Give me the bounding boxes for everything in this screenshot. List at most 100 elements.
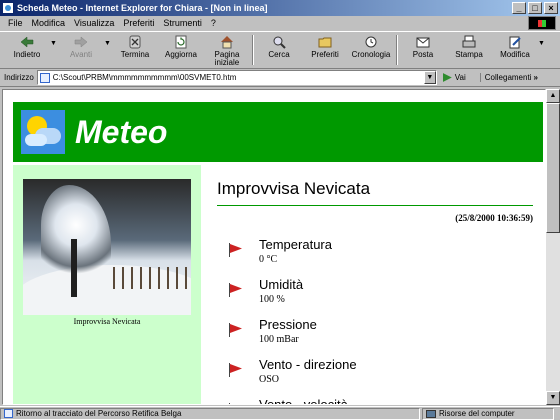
scroll-down-button[interactable]: ▼ xyxy=(546,391,560,405)
flag-icon xyxy=(229,323,243,337)
page-heading: Improvvisa Nevicata xyxy=(217,179,371,198)
refresh-label: Aggiorna xyxy=(164,50,198,59)
item-value: OSO xyxy=(259,374,280,385)
maximize-button[interactable]: □ xyxy=(528,2,542,14)
favorites-button[interactable]: Preferiti xyxy=(302,32,348,68)
print-button[interactable]: Stampa xyxy=(446,32,492,68)
forward-button[interactable]: Avanti xyxy=(58,32,104,68)
address-input[interactable]: C:\Scout\PRBM\mmmmmmmmmm\00SVMET0.htm ▼ xyxy=(36,70,437,85)
search-label: Cerca xyxy=(268,50,290,59)
home-label: Pagina iniziale xyxy=(214,50,240,67)
item-label: Vento - velocità xyxy=(259,397,348,405)
toolbar-separator xyxy=(396,35,398,65)
links-label: Collegamenti xyxy=(484,73,532,82)
toolbar-separator xyxy=(252,35,254,65)
menu-help[interactable]: ? xyxy=(211,18,216,28)
history-label: Cronologia xyxy=(351,50,391,59)
back-label: Indietro xyxy=(13,50,41,59)
edit-label: Modifica xyxy=(500,50,530,59)
print-icon xyxy=(462,35,476,48)
scroll-up-button[interactable]: ▲ xyxy=(546,89,560,103)
windows-logo-icon xyxy=(528,16,556,30)
item-label: Vento - direzione xyxy=(259,357,357,372)
flag-icon xyxy=(229,283,243,297)
mail-icon xyxy=(416,37,430,48)
minimize-button[interactable]: _ xyxy=(512,2,526,14)
status-message-pane: Ritorno al tracciato del Percorso Retifi… xyxy=(0,407,420,420)
menu-bar: File Modifica Visualizza Preferiti Strum… xyxy=(0,16,560,30)
refresh-icon xyxy=(175,35,187,49)
item-label: Pressione xyxy=(259,317,317,332)
address-label: Indirizzo xyxy=(4,73,34,82)
vertical-scrollbar[interactable]: ▲ ▼ xyxy=(546,89,560,405)
forward-dropdown-icon[interactable]: ▼ xyxy=(104,32,112,47)
item-value: 0 °C xyxy=(259,254,278,265)
print-label: Stampa xyxy=(455,50,483,59)
heading-rule xyxy=(217,205,533,206)
image-caption: Improvvisa Nevicata xyxy=(73,317,141,326)
weather-item-pressure: Pressione 100 mBar xyxy=(229,317,519,353)
search-button[interactable]: Cerca xyxy=(256,32,302,68)
weather-logo-icon xyxy=(21,110,65,154)
banner-title: Meteo xyxy=(75,113,168,150)
links-button[interactable]: Collegamenti» xyxy=(479,73,538,82)
weather-item-temperature: Temperatura 0 °C xyxy=(229,237,519,273)
edit-button[interactable]: Modifica xyxy=(492,32,538,68)
window-title: Scheda Meteo - Internet Explorer for Chi… xyxy=(17,3,268,13)
item-value: 100 mBar xyxy=(259,334,299,345)
menu-visualizza[interactable]: Visualizza xyxy=(74,18,114,28)
page-icon xyxy=(4,409,13,418)
forward-label: Avanti xyxy=(69,50,93,59)
item-label: Umidità xyxy=(259,277,304,292)
go-arrow-icon xyxy=(442,73,452,82)
browser-window: Scheda Meteo - Internet Explorer for Chi… xyxy=(0,0,560,420)
go-label: Vai xyxy=(454,73,466,82)
home-button[interactable]: Pagina iniziale xyxy=(204,32,250,68)
flag-icon xyxy=(229,363,243,377)
mail-button[interactable]: Posta xyxy=(400,32,446,68)
snow-scene-image xyxy=(23,179,191,315)
address-dropdown-icon[interactable]: ▼ xyxy=(423,71,436,84)
status-zone: Risorse del computer xyxy=(439,409,515,418)
weather-item-wind-speed: Vento - velocità xyxy=(229,397,519,405)
favorites-folder-icon xyxy=(318,37,332,48)
timestamp: (25/8/2000 10:36:59) xyxy=(455,213,533,223)
edit-dropdown-icon[interactable]: ▼ xyxy=(538,32,546,47)
status-message: Ritorno al tracciato del Percorso Retifi… xyxy=(16,409,182,418)
close-button[interactable]: × xyxy=(544,2,558,14)
address-bar: Indirizzo C:\Scout\PRBM\mmmmmmmmmm\00SVM… xyxy=(0,69,560,87)
back-dropdown-icon[interactable]: ▼ xyxy=(50,32,58,47)
main-panel: Improvvisa Nevicata (25/8/2000 10:36:59)… xyxy=(215,165,545,405)
go-button[interactable]: Vai xyxy=(442,73,466,82)
meteo-banner: Meteo xyxy=(13,102,543,162)
back-button[interactable]: Indietro xyxy=(4,32,50,68)
page-icon xyxy=(39,72,50,83)
flag-icon xyxy=(229,243,243,257)
menu-modifica[interactable]: Modifica xyxy=(32,18,66,28)
title-bar: Scheda Meteo - Internet Explorer for Chi… xyxy=(0,0,560,16)
mail-label: Posta xyxy=(412,50,434,59)
refresh-button[interactable]: Aggiorna xyxy=(158,32,204,68)
stop-label: Termina xyxy=(120,50,150,59)
edit-icon xyxy=(509,36,521,49)
history-button[interactable]: Cronologia xyxy=(348,32,394,68)
search-icon xyxy=(273,36,286,49)
toolbar: Indietro ▼ Avanti ▼ Termina Aggiorna Pag… xyxy=(0,31,560,69)
page-content: Meteo Improvvisa Nevicata Improvvisa Nev… xyxy=(2,89,546,405)
flag-icon xyxy=(229,403,243,404)
menu-file[interactable]: File xyxy=(8,18,23,28)
computer-icon xyxy=(426,409,436,418)
weather-item-humidity: Umidità 100 % xyxy=(229,277,519,313)
weather-item-wind-direction: Vento - direzione OSO xyxy=(229,357,519,393)
forward-arrow-icon xyxy=(74,36,88,48)
chevron-right-icon: » xyxy=(533,73,538,82)
menu-strumenti[interactable]: Strumenti xyxy=(163,18,202,28)
address-url[interactable]: C:\Scout\PRBM\mmmmmmmmmm\00SVMET0.htm xyxy=(53,73,424,82)
status-bar: Ritorno al tracciato del Percorso Retifi… xyxy=(0,406,560,420)
stop-button[interactable]: Termina xyxy=(112,32,158,68)
scroll-thumb[interactable] xyxy=(546,103,560,233)
menu-preferiti[interactable]: Preferiti xyxy=(123,18,154,28)
stop-icon xyxy=(129,35,141,49)
back-arrow-icon xyxy=(20,36,34,48)
favorites-label: Preferiti xyxy=(311,50,339,59)
